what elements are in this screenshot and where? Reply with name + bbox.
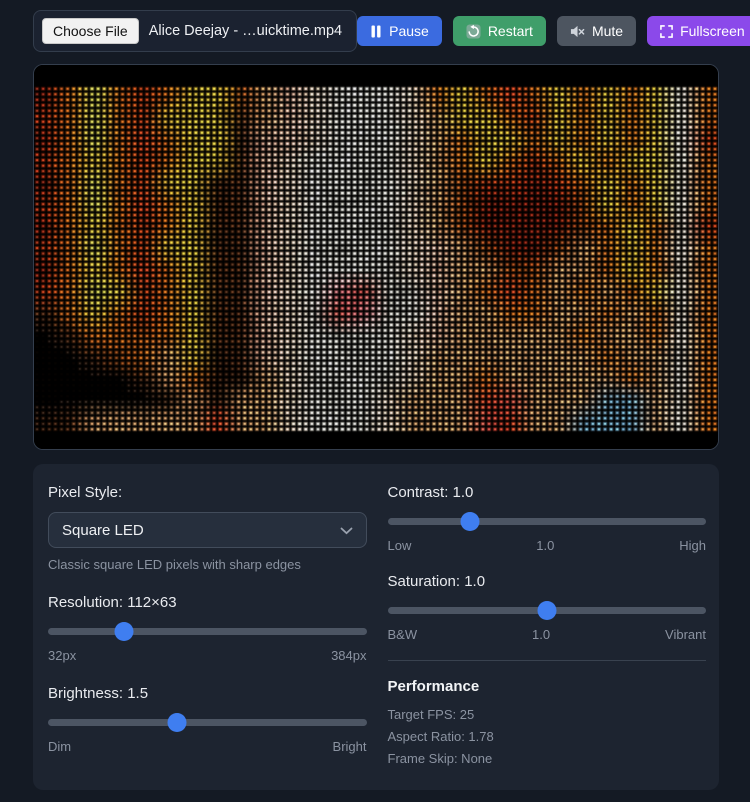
saturation-slider-thumb[interactable] — [537, 601, 556, 620]
saturation-slider[interactable] — [388, 601, 707, 620]
resolution-max-label: 384px — [331, 648, 366, 663]
aspect-ratio-stat: Aspect Ratio: 1.78 — [388, 729, 707, 744]
mute-button[interactable]: Mute — [557, 16, 636, 46]
controls-panel: Pixel Style: Square LED Classic square L… — [33, 464, 719, 790]
brightness-slider[interactable] — [48, 713, 367, 732]
resolution-slider-track[interactable] — [48, 628, 367, 635]
contrast-range-labels: Low 1.0 High — [388, 538, 707, 553]
restart-icon — [466, 24, 481, 39]
pause-button[interactable]: Pause — [357, 16, 442, 46]
saturation-mid-label: 1.0 — [532, 627, 550, 642]
frame-skip-stat: Frame Skip: None — [388, 751, 707, 766]
controls-right-column: Contrast: 1.0 Low 1.0 High Saturation: 1… — [388, 484, 707, 766]
video-display-frame — [33, 64, 719, 450]
contrast-mid-label: 1.0 — [536, 538, 554, 553]
chevron-down-icon — [340, 522, 353, 539]
contrast-slider-thumb[interactable] — [461, 512, 480, 531]
pixel-style-label: Pixel Style: — [48, 484, 367, 501]
resolution-slider-thumb[interactable] — [115, 622, 134, 641]
performance-title: Performance — [388, 678, 707, 695]
playback-buttons: Pause Restart Mute Fullscreen — [357, 16, 750, 46]
saturation-label: Saturation: 1.0 — [388, 573, 707, 590]
pixel-style-selected-value: Square LED — [62, 522, 144, 539]
brightness-slider-thumb[interactable] — [167, 713, 186, 732]
resolution-slider[interactable] — [48, 622, 367, 641]
resolution-label: Resolution: 112×63 — [48, 594, 367, 611]
saturation-max-label: Vibrant — [665, 627, 706, 642]
pixel-style-description: Classic square LED pixels with sharp edg… — [48, 557, 367, 572]
brightness-max-label: Bright — [333, 739, 367, 754]
pause-icon — [370, 25, 382, 38]
file-name-label: Alice Deejay - …uicktime.mp4 — [149, 23, 342, 39]
restart-button[interactable]: Restart — [453, 16, 546, 46]
mute-speaker-icon — [570, 24, 585, 39]
saturation-range-labels: B&W 1.0 Vibrant — [388, 627, 707, 642]
file-picker: Choose File Alice Deejay - …uicktime.mp4 — [33, 10, 357, 52]
choose-file-button[interactable]: Choose File — [42, 18, 139, 44]
brightness-range-labels: Dim Bright — [48, 739, 367, 754]
fullscreen-button[interactable]: Fullscreen — [647, 16, 750, 46]
saturation-min-label: B&W — [388, 627, 418, 642]
contrast-slider[interactable] — [388, 512, 707, 531]
pixel-style-select[interactable]: Square LED — [48, 512, 367, 548]
performance-section: Performance Target FPS: 25 Aspect Ratio:… — [388, 660, 707, 766]
fullscreen-icon — [660, 25, 673, 38]
brightness-min-label: Dim — [48, 739, 71, 754]
contrast-min-label: Low — [388, 538, 412, 553]
top-bar: Choose File Alice Deejay - …uicktime.mp4… — [33, 10, 719, 52]
contrast-slider-track[interactable] — [388, 518, 707, 525]
contrast-label: Contrast: 1.0 — [388, 484, 707, 501]
contrast-max-label: High — [679, 538, 706, 553]
resolution-min-label: 32px — [48, 648, 76, 663]
performance-stats: Target FPS: 25 Aspect Ratio: 1.78 Frame … — [388, 707, 707, 766]
led-video-canvas — [34, 65, 718, 449]
brightness-label: Brightness: 1.5 — [48, 685, 367, 702]
led-video-app: Choose File Alice Deejay - …uicktime.mp4… — [0, 0, 750, 790]
target-fps-stat: Target FPS: 25 — [388, 707, 707, 722]
resolution-range-labels: 32px 384px — [48, 648, 367, 663]
brightness-slider-track[interactable] — [48, 719, 367, 726]
controls-left-column: Pixel Style: Square LED Classic square L… — [48, 484, 367, 766]
